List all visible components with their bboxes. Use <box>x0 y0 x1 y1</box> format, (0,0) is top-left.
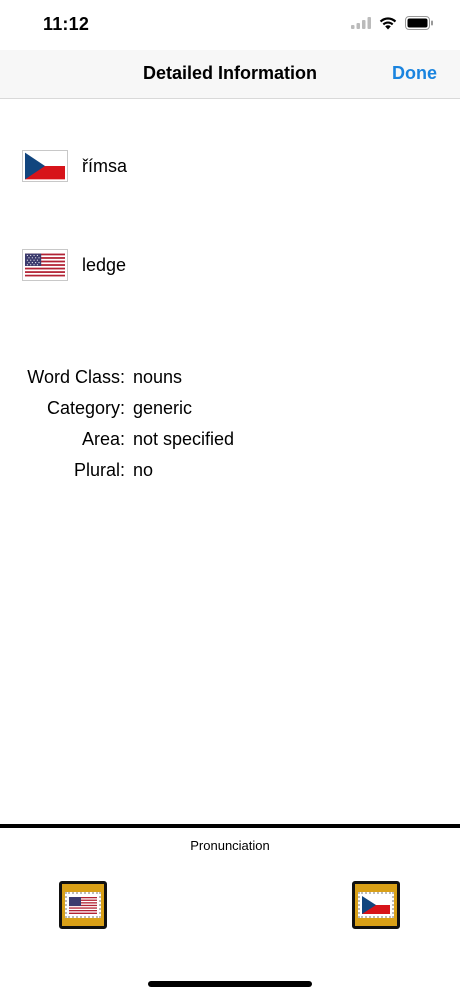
status-icons <box>351 15 434 35</box>
czech-flag-icon <box>358 892 394 918</box>
english-word: ledge <box>82 254 127 275</box>
battery-icon <box>405 15 434 35</box>
done-button[interactable]: Done <box>392 63 437 84</box>
detail-value: not specified <box>133 429 235 449</box>
word-row-czech: římsa <box>22 150 127 182</box>
status-time: 11:12 <box>43 14 90 34</box>
pronounce-english-button[interactable] <box>59 881 107 929</box>
navigation-bar: Detailed Information Done <box>0 50 460 99</box>
detail-label: Word Class: <box>27 367 125 387</box>
detail-value: nouns <box>133 367 183 387</box>
page-title: Detailed Information <box>142 63 317 83</box>
home-indicator[interactable] <box>148 981 312 987</box>
pronounce-czech-button[interactable] <box>352 881 400 929</box>
pronunciation-label: Pronunciation <box>190 838 270 853</box>
detail-row-word-class: Word Class: nouns <box>0 362 460 393</box>
word-row-english: ledge <box>22 249 126 281</box>
bottom-divider <box>0 824 460 828</box>
wifi-icon <box>379 16 397 35</box>
detail-label: Category: <box>46 398 125 418</box>
detail-label: Plural: <box>73 460 125 480</box>
detail-row-category: Category: generic <box>0 393 460 424</box>
status-bar: 11:12 <box>0 0 460 50</box>
cellular-signal-icon <box>351 16 371 34</box>
czech-word: římsa <box>82 155 127 176</box>
detail-row-plural: Plural: no <box>0 455 460 486</box>
us-flag-icon <box>65 892 101 918</box>
detail-value: generic <box>133 398 193 418</box>
czech-flag-icon <box>22 150 68 182</box>
us-flag-icon <box>22 249 68 281</box>
word-details: Word Class: nouns Category: generic Area… <box>0 362 460 486</box>
detail-row-area: Area: not specified <box>0 424 460 455</box>
detail-label: Area: <box>81 429 125 449</box>
detail-value: no <box>133 460 154 480</box>
